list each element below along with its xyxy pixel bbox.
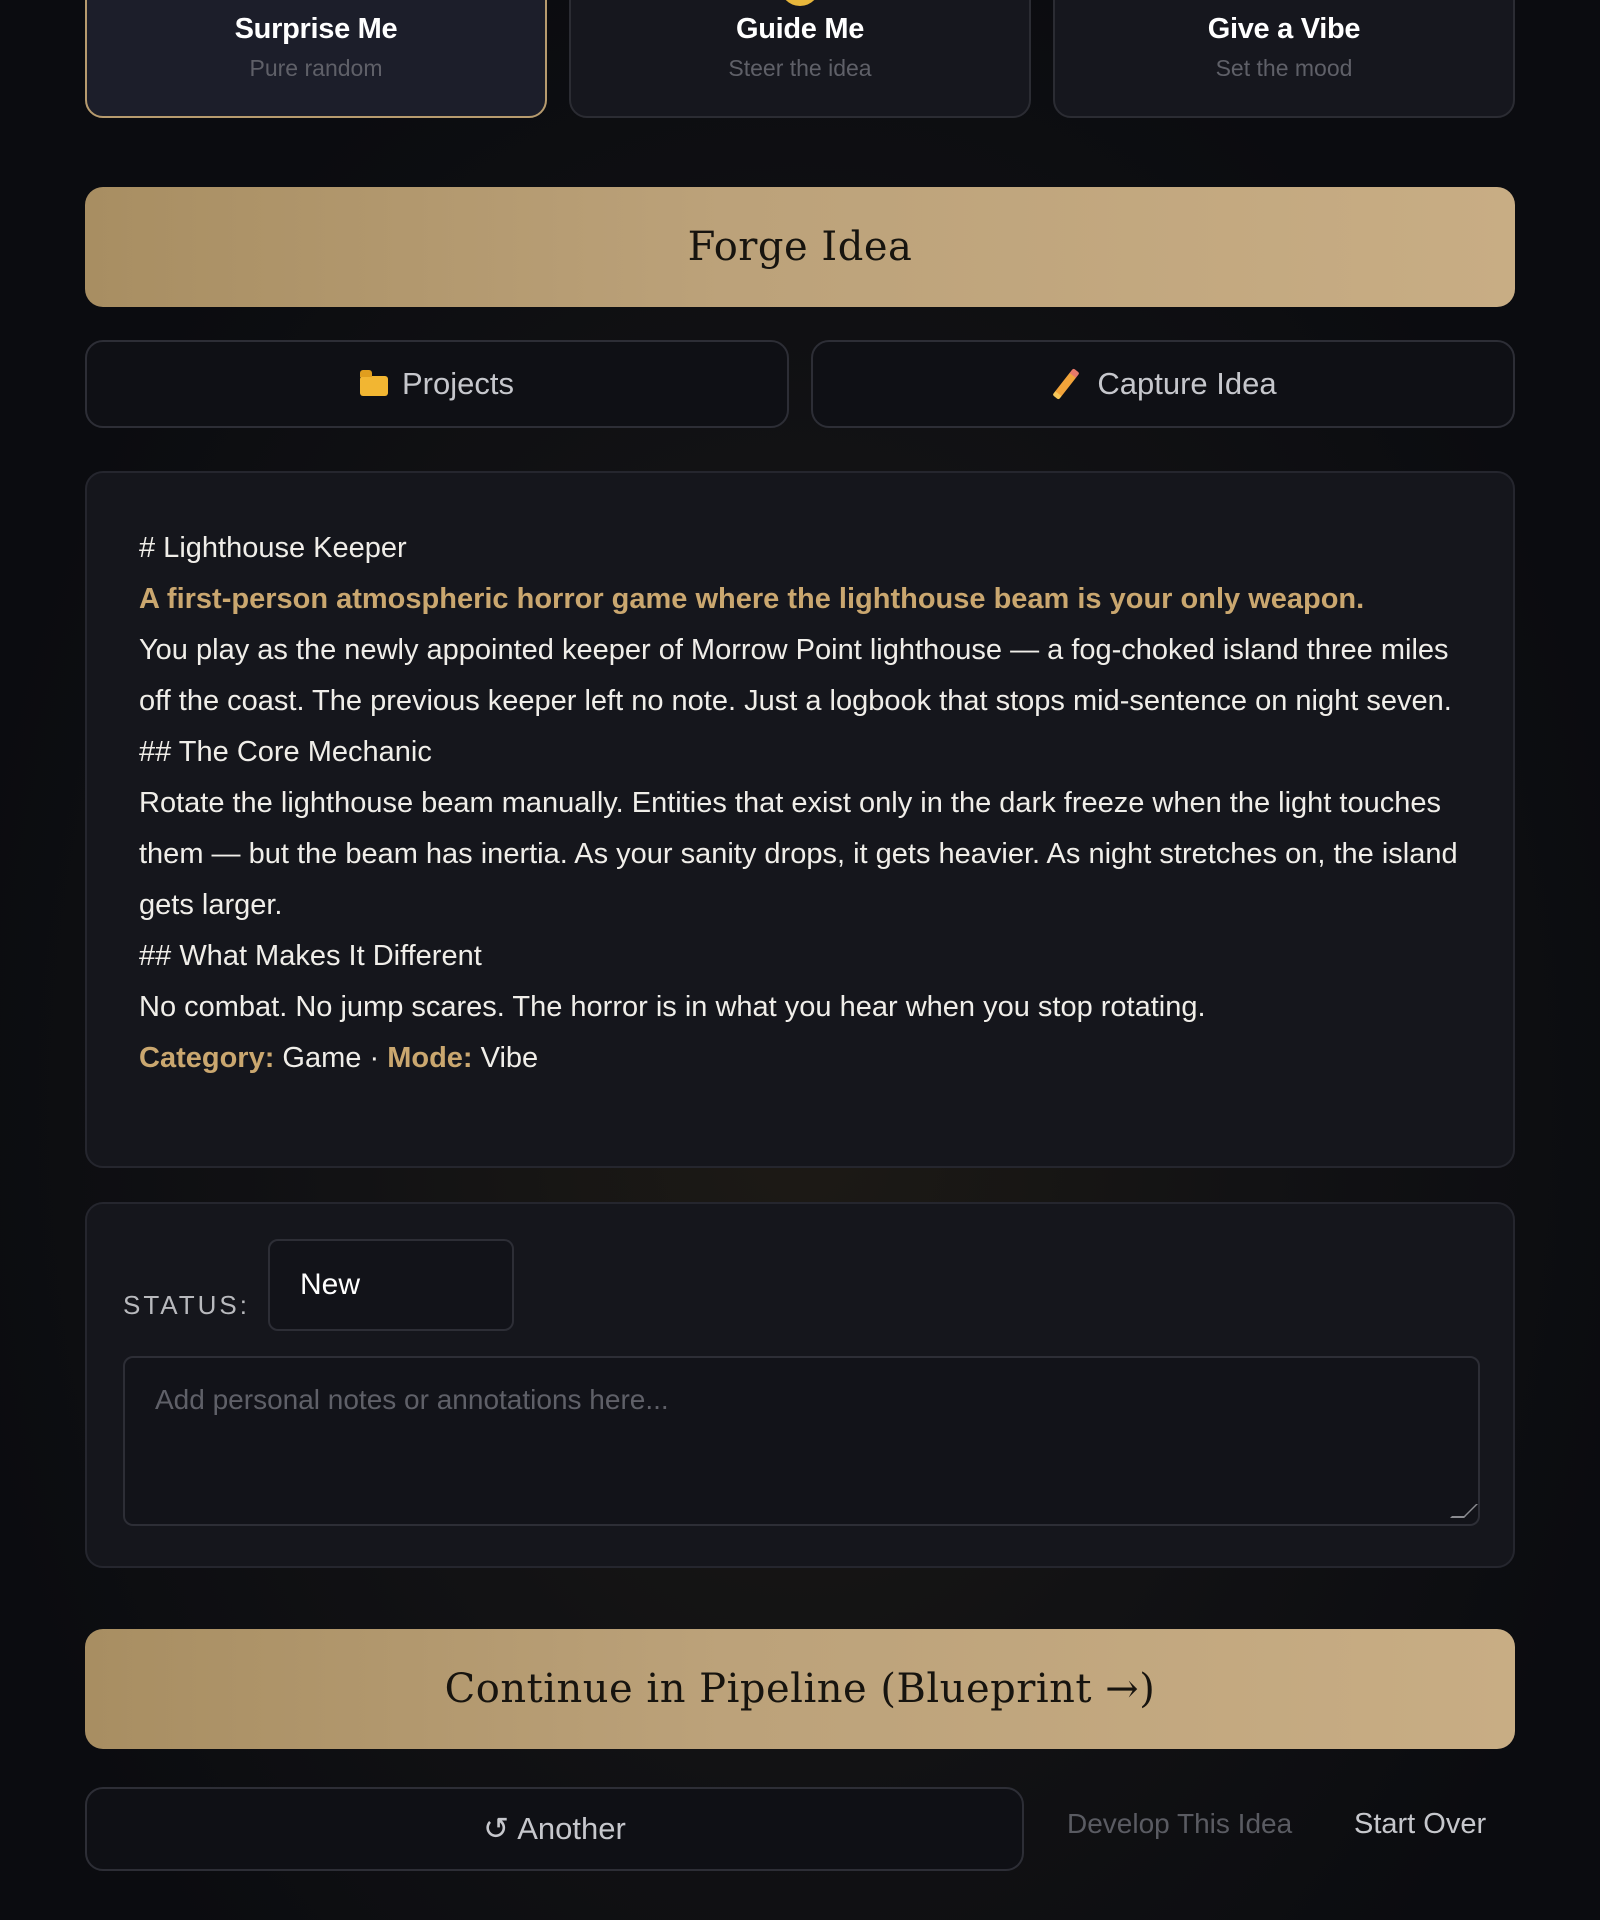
secondary-actions: Projects Capture Idea [85, 340, 1515, 428]
section-heading-core-mechanic: ## The Core Mechanic [139, 736, 432, 768]
mode-subtitle: Set the mood [1215, 55, 1353, 81]
capture-idea-label: Capture Idea [1097, 366, 1277, 401]
mode-subtitle: Pure random [249, 55, 383, 81]
status-card: STATUS: New [85, 1202, 1515, 1568]
idea-heading: # Lighthouse Keeper [139, 532, 407, 564]
idea-card: # Lighthouse Keeper A first-person atmos… [85, 471, 1515, 1168]
develop-idea-button[interactable]: Develop This Idea [1067, 1808, 1292, 1840]
another-label: Another [517, 1811, 626, 1846]
notes-textarea[interactable] [123, 1356, 1480, 1526]
status-label: STATUS: [123, 1290, 250, 1320]
mode-card-give-a-vibe[interactable]: Give a Vibe Set the mood [1053, 0, 1515, 118]
category-value: Game [282, 1042, 362, 1074]
idea-meta: Category: Game · Mode: Vibe [139, 1033, 1461, 1084]
start-over-button[interactable]: Start Over [1354, 1808, 1486, 1841]
status-value: New [300, 1268, 361, 1301]
compass-emoji-icon [780, 0, 820, 6]
idea-forge-page: Surprise Me Pure random Guide Me Steer t… [0, 0, 1600, 1920]
continue-pipeline-button[interactable]: Continue in Pipeline (Blueprint →) [85, 1629, 1515, 1749]
another-button[interactable]: ↺ Another [85, 1787, 1024, 1871]
capture-idea-button[interactable]: Capture Idea [811, 340, 1515, 428]
mode-selector: Surprise Me Pure random Guide Me Steer t… [85, 0, 1515, 118]
mode-title: Give a Vibe [1207, 13, 1361, 45]
mode-value: Vibe [480, 1042, 539, 1074]
idea-intro: You play as the newly appointed keeper o… [139, 634, 1452, 717]
category-label: Category: [139, 1042, 275, 1074]
projects-label: Projects [402, 366, 514, 401]
idea-tagline: A first-person atmospheric horror game w… [139, 583, 1365, 615]
meta-separator: · [369, 1042, 380, 1074]
mode-card-surprise-me[interactable]: Surprise Me Pure random [85, 0, 547, 118]
projects-button[interactable]: Projects [85, 340, 789, 428]
mode-card-guide-me[interactable]: Guide Me Steer the idea [569, 0, 1031, 118]
status-select[interactable]: New [268, 1239, 514, 1331]
section-heading-different: ## What Makes It Different [139, 940, 482, 972]
mode-subtitle: Steer the idea [728, 55, 872, 81]
refresh-icon: ↺ [483, 1811, 510, 1846]
section-body-different: No combat. No jump scares. The horror is… [139, 991, 1206, 1023]
pencil-icon [1052, 368, 1080, 400]
mode-title: Surprise Me [234, 13, 398, 45]
mode-title: Guide Me [735, 13, 865, 45]
section-body-core-mechanic: Rotate the lighthouse beam manually. Ent… [139, 787, 1458, 921]
forge-idea-button[interactable]: Forge Idea [85, 187, 1515, 307]
mode-label: Mode: [387, 1042, 473, 1074]
folder-icon [360, 370, 388, 396]
moon-icon [304, 0, 328, 2]
